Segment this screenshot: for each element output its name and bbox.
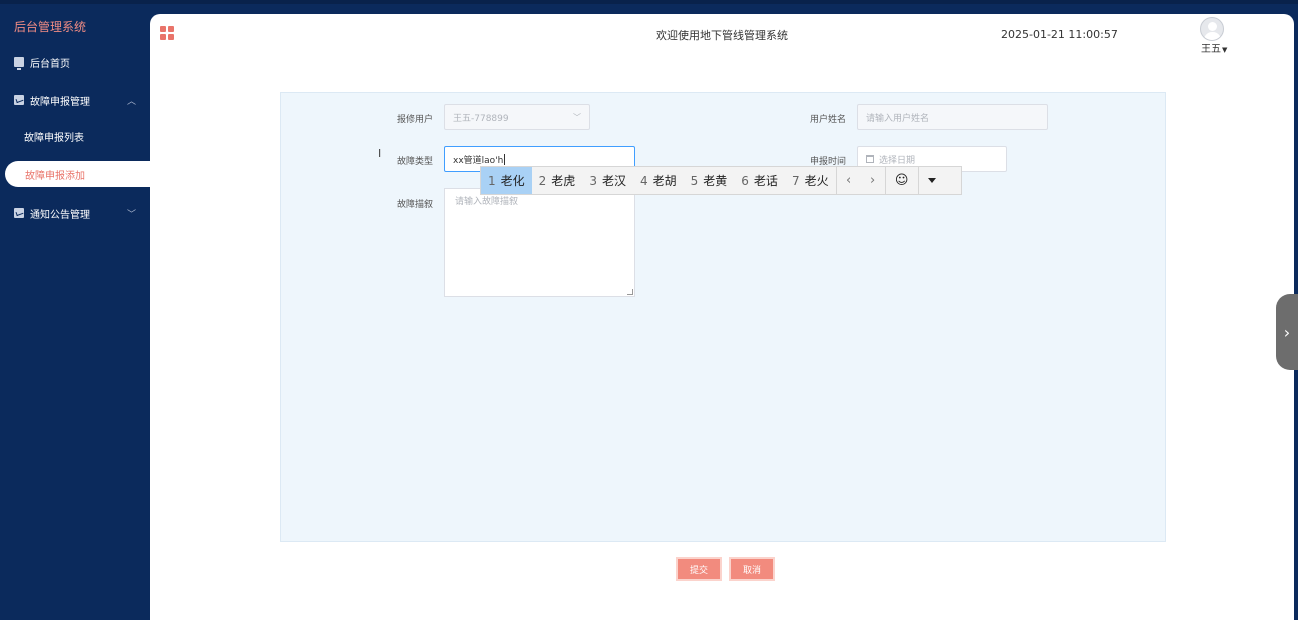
username-label: 用户姓名 — [810, 115, 847, 125]
ime-candidate[interactable]: 7 老火 — [785, 167, 836, 194]
sidebar-item-label: 通知公告管理 — [30, 209, 90, 221]
datetime-display: 2025-01-21 11:00:57 — [1001, 28, 1118, 41]
avatar[interactable] — [1200, 17, 1224, 41]
ime-next-page-icon[interactable]: › — [861, 167, 885, 194]
sidebar-item-fault-list[interactable]: 故障申报列表 — [0, 123, 150, 149]
fault-type-label: 故障类型 — [397, 157, 434, 167]
chart-icon — [14, 95, 24, 105]
report-time-placeholder: 选择日期 — [879, 155, 916, 166]
description-label: 故障描叙 — [397, 200, 434, 210]
monitor-icon — [14, 57, 24, 70]
sidebar-item-home[interactable]: 后台首页 — [0, 48, 150, 76]
ime-candidate[interactable]: 3 老汉 — [582, 167, 633, 194]
chevron-down-icon: ﹀ — [126, 209, 136, 220]
main-panel: 欢迎使用地下管线管理系统 2025-01-21 11:00:57 王五▼ — [150, 14, 1294, 620]
sidebar: 后台管理系统 后台首页 故障申报管理 ︿ 故障申报列表 故障申报添加 通知公告管… — [0, 4, 155, 620]
top-strip — [0, 0, 1298, 4]
text-caret — [504, 153, 506, 165]
chart-icon — [14, 208, 24, 218]
sidebar-item-notice-management[interactable]: 通知公告管理 ﹀ — [0, 199, 150, 227]
sidebar-item-label: 故障申报管理 — [30, 96, 90, 108]
ime-prev-page-icon[interactable]: ‹ — [837, 167, 861, 194]
caret-down-icon: ▼ — [1222, 46, 1228, 54]
calendar-icon — [866, 155, 874, 163]
reporter-value: 王五-778899 — [453, 113, 509, 124]
grid-menu-icon[interactable] — [160, 26, 174, 40]
sidebar-item-label: 后台首页 — [30, 58, 70, 70]
ime-candidate[interactable]: 2 老虎 — [532, 167, 583, 194]
description-textarea[interactable]: 请输入故障描叙 — [444, 188, 635, 297]
chevron-right-icon[interactable]: › — [1276, 294, 1298, 370]
chevron-up-icon: ︿ — [126, 96, 136, 107]
ime-candidate-bar: 1 老化 2 老虎 3 老汉 4 老胡 5 老黄 6 老话 7 老火 ‹ › ☺ — [480, 166, 962, 195]
user-menu[interactable]: 王五▼ — [1201, 40, 1227, 55]
resize-grip-icon[interactable] — [627, 289, 633, 295]
username-field[interactable]: 请输入用户姓名 — [857, 104, 1048, 130]
submit-button[interactable]: 提交 — [676, 557, 722, 581]
ime-candidate[interactable]: 5 老黄 — [684, 167, 735, 194]
sidebar-item-fault-add[interactable]: 故障申报添加 — [5, 161, 155, 187]
ime-candidate[interactable]: 4 老胡 — [633, 167, 684, 194]
ibeam-cursor-icon: I — [378, 147, 382, 160]
fault-type-value: xx管道lao'h — [453, 155, 504, 166]
sidebar-item-label: 故障申报添加 — [25, 170, 85, 182]
reporter-label: 报修用户 — [397, 115, 434, 125]
chevron-down-icon: ﹀ — [573, 113, 581, 122]
username-placeholder: 请输入用户姓名 — [866, 113, 930, 124]
page-title: 欢迎使用地下管线管理系统 — [656, 29, 788, 42]
emoji-icon[interactable]: ☺ — [886, 167, 918, 194]
cancel-button[interactable]: 取消 — [729, 557, 775, 581]
ime-candidate[interactable]: 1 老化 — [481, 167, 532, 194]
reporter-select[interactable]: 王五-778899 ﹀ — [444, 104, 590, 130]
ime-candidate[interactable]: 6 老话 — [734, 167, 785, 194]
sidebar-item-fault-management[interactable]: 故障申报管理 ︿ — [0, 86, 150, 114]
brand-title: 后台管理系统 — [14, 20, 87, 34]
ime-expand-icon[interactable] — [919, 167, 945, 194]
user-name: 王五 — [1201, 44, 1221, 55]
description-placeholder: 请输入故障描叙 — [455, 197, 519, 207]
sidebar-item-label: 故障申报列表 — [24, 132, 84, 144]
